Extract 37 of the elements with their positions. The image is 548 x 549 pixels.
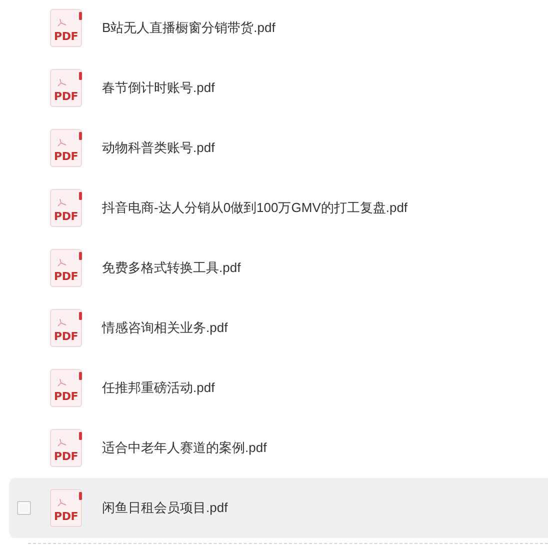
file-name[interactable]: 任推邦重磅活动.pdf bbox=[102, 378, 215, 398]
acrobat-swirl-icon bbox=[57, 198, 67, 208]
acrobat-swirl-icon bbox=[57, 18, 67, 28]
file-name[interactable]: 闲鱼日租会员项目.pdf bbox=[102, 498, 228, 518]
file-name[interactable]: 免费多格式转换工具.pdf bbox=[102, 258, 241, 278]
file-type-label: PDF bbox=[54, 511, 78, 522]
file-name[interactable]: 春节倒计时账号.pdf bbox=[102, 78, 215, 98]
acrobat-swirl-icon bbox=[57, 438, 67, 448]
file-type-label: PDF bbox=[54, 271, 78, 282]
file-type-label: PDF bbox=[54, 451, 78, 462]
file-type-label: PDF bbox=[54, 211, 78, 222]
file-type-label: PDF bbox=[54, 151, 78, 162]
acrobat-swirl-icon bbox=[57, 138, 67, 148]
file-row[interactable]: PDF 闲鱼日租会员项目.pdf bbox=[9, 478, 548, 538]
file-type-label: PDF bbox=[54, 391, 78, 402]
acrobat-swirl-icon bbox=[57, 498, 67, 508]
file-row[interactable]: PDF 春节倒计时账号.pdf bbox=[9, 58, 548, 118]
file-row[interactable]: PDF 适合中老年人赛道的案例.pdf bbox=[9, 418, 548, 478]
acrobat-swirl-icon bbox=[57, 78, 67, 88]
acrobat-swirl-icon bbox=[57, 258, 67, 268]
checkbox[interactable] bbox=[17, 501, 31, 515]
acrobat-swirl-icon bbox=[57, 378, 67, 388]
file-name[interactable]: 动物科普类账号.pdf bbox=[102, 138, 215, 158]
file-row[interactable]: PDF B站无人直播橱窗分销带货.pdf bbox=[9, 0, 548, 58]
file-row[interactable]: PDF 免费多格式转换工具.pdf bbox=[9, 238, 548, 298]
file-row[interactable]: PDF 抖音电商-达人分销从0做到100万GMV的打工复盘.pdf bbox=[9, 178, 548, 238]
file-type-label: PDF bbox=[54, 31, 78, 42]
acrobat-swirl-icon bbox=[57, 318, 67, 328]
file-name[interactable]: 适合中老年人赛道的案例.pdf bbox=[102, 438, 267, 458]
file-type-label: PDF bbox=[54, 91, 78, 102]
file-name[interactable]: 情感咨询相关业务.pdf bbox=[102, 318, 228, 338]
file-type-label: PDF bbox=[54, 331, 78, 342]
file-row[interactable]: PDF 动物科普类账号.pdf bbox=[9, 118, 548, 178]
file-name[interactable]: B站无人直播橱窗分销带货.pdf bbox=[102, 18, 276, 38]
file-row[interactable]: PDF 情感咨询相关业务.pdf bbox=[9, 298, 548, 358]
file-name[interactable]: 抖音电商-达人分销从0做到100万GMV的打工复盘.pdf bbox=[102, 198, 408, 218]
file-row[interactable]: PDF 任推邦重磅活动.pdf bbox=[9, 358, 548, 418]
